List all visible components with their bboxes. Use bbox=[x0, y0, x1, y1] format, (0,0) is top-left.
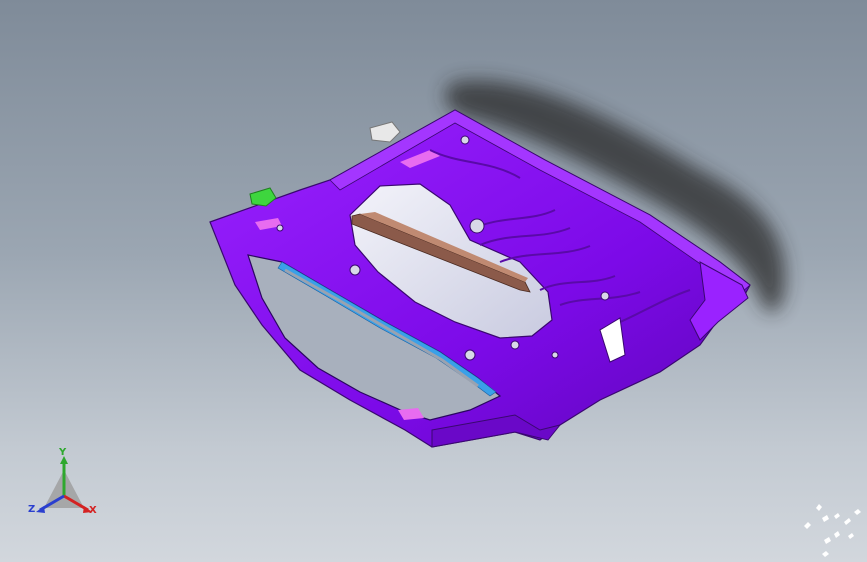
x-axis-label: X bbox=[89, 505, 97, 516]
white-clip[interactable] bbox=[369, 121, 401, 143]
z-axis-label: Z bbox=[28, 504, 36, 515]
y-axis-label: Y bbox=[59, 447, 67, 458]
bird-flock-icon bbox=[804, 504, 861, 557]
axis-triad: Y X Z bbox=[28, 448, 108, 524]
model-scene[interactable] bbox=[0, 0, 867, 562]
cad-viewport[interactable]: Y X Z bbox=[0, 0, 867, 562]
